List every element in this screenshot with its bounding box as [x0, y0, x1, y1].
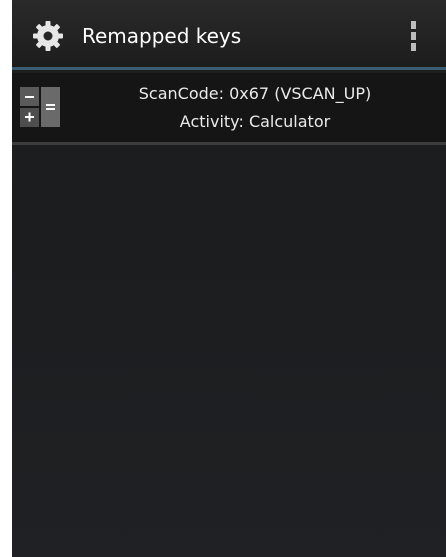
scan-code-label: ScanCode: 0x67 (VSCAN_UP) — [138, 84, 372, 103]
overflow-menu-icon[interactable] — [404, 19, 424, 53]
list-divider — [12, 142, 446, 145]
page-title: Remapped keys — [82, 24, 242, 48]
app-screen: Remapped keys ScanCode: 0x67 (VSCAN_UP) … — [12, 0, 446, 557]
remapped-key-item[interactable]: ScanCode: 0x67 (VSCAN_UP) Activity: Calc… — [12, 73, 446, 145]
activity-label: Activity: Calculator — [179, 112, 331, 131]
gear-icon — [33, 21, 63, 51]
action-bar: Remapped keys — [12, 0, 446, 70]
action-bar-divider — [12, 67, 446, 70]
calculator-icon — [20, 87, 60, 127]
